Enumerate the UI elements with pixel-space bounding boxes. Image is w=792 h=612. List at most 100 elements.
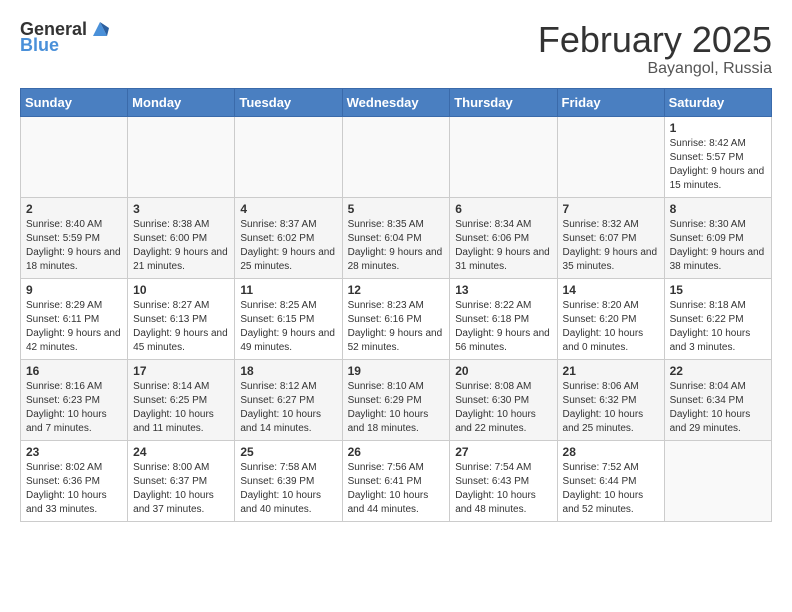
day-number: 7 xyxy=(563,202,659,216)
day-number: 9 xyxy=(26,283,122,297)
day-info: Sunrise: 8:14 AM Sunset: 6:25 PM Dayligh… xyxy=(133,380,229,436)
day-number: 6 xyxy=(455,202,551,216)
calendar-cell: 28 Sunrise: 7:52 AM Sunset: 6:44 PM Dayli… xyxy=(557,440,664,521)
day-header-wednesday: Wednesday xyxy=(342,88,450,116)
day-info: Sunrise: 8:35 AM Sunset: 6:04 PM Dayligh… xyxy=(348,218,445,274)
day-number: 13 xyxy=(455,283,551,297)
day-info: Sunrise: 8:00 AM Sunset: 6:37 PM Dayligh… xyxy=(133,461,229,517)
day-info: Sunrise: 8:10 AM Sunset: 6:29 PM Dayligh… xyxy=(348,380,445,436)
day-info: Sunrise: 8:08 AM Sunset: 6:30 PM Dayligh… xyxy=(455,380,551,436)
day-info: Sunrise: 8:18 AM Sunset: 6:22 PM Dayligh… xyxy=(670,299,766,355)
calendar-cell: 9 Sunrise: 8:29 AM Sunset: 6:11 PM Daylig… xyxy=(21,278,128,359)
calendar-cell: 2 Sunrise: 8:40 AM Sunset: 5:59 PM Daylig… xyxy=(21,197,128,278)
day-number: 18 xyxy=(240,364,336,378)
day-info: Sunrise: 8:32 AM Sunset: 6:07 PM Dayligh… xyxy=(563,218,659,274)
logo: General Blue xyxy=(20,20,111,56)
day-number: 16 xyxy=(26,364,122,378)
calendar-week-row: 1 Sunrise: 8:42 AM Sunset: 5:57 PM Daylig… xyxy=(21,116,772,197)
calendar-cell: 27 Sunrise: 7:54 AM Sunset: 6:43 PM Dayli… xyxy=(450,440,557,521)
day-number: 28 xyxy=(563,445,659,459)
calendar-cell: 15 Sunrise: 8:18 AM Sunset: 6:22 PM Dayli… xyxy=(664,278,771,359)
day-info: Sunrise: 8:16 AM Sunset: 6:23 PM Dayligh… xyxy=(26,380,122,436)
day-info: Sunrise: 8:06 AM Sunset: 6:32 PM Dayligh… xyxy=(563,380,659,436)
day-info: Sunrise: 8:34 AM Sunset: 6:06 PM Dayligh… xyxy=(455,218,551,274)
day-header-thursday: Thursday xyxy=(450,88,557,116)
day-number: 4 xyxy=(240,202,336,216)
day-info: Sunrise: 7:54 AM Sunset: 6:43 PM Dayligh… xyxy=(455,461,551,517)
day-number: 12 xyxy=(348,283,445,297)
calendar-week-row: 23 Sunrise: 8:02 AM Sunset: 6:36 PM Dayli… xyxy=(21,440,772,521)
calendar-cell: 24 Sunrise: 8:00 AM Sunset: 6:37 PM Dayli… xyxy=(128,440,235,521)
day-info: Sunrise: 7:56 AM Sunset: 6:41 PM Dayligh… xyxy=(348,461,445,517)
calendar-cell: 5 Sunrise: 8:35 AM Sunset: 6:04 PM Daylig… xyxy=(342,197,450,278)
day-info: Sunrise: 8:25 AM Sunset: 6:15 PM Dayligh… xyxy=(240,299,336,355)
calendar-cell xyxy=(557,116,664,197)
calendar-table: SundayMondayTuesdayWednesdayThursdayFrid… xyxy=(20,88,772,522)
calendar-cell: 16 Sunrise: 8:16 AM Sunset: 6:23 PM Dayli… xyxy=(21,359,128,440)
calendar-week-row: 16 Sunrise: 8:16 AM Sunset: 6:23 PM Dayli… xyxy=(21,359,772,440)
calendar-cell: 12 Sunrise: 8:23 AM Sunset: 6:16 PM Dayli… xyxy=(342,278,450,359)
day-number: 2 xyxy=(26,202,122,216)
day-info: Sunrise: 8:22 AM Sunset: 6:18 PM Dayligh… xyxy=(455,299,551,355)
day-header-sunday: Sunday xyxy=(21,88,128,116)
day-number: 19 xyxy=(348,364,445,378)
day-info: Sunrise: 8:12 AM Sunset: 6:27 PM Dayligh… xyxy=(240,380,336,436)
day-number: 14 xyxy=(563,283,659,297)
day-info: Sunrise: 8:20 AM Sunset: 6:20 PM Dayligh… xyxy=(563,299,659,355)
day-info: Sunrise: 8:04 AM Sunset: 6:34 PM Dayligh… xyxy=(670,380,766,436)
day-number: 25 xyxy=(240,445,336,459)
calendar-cell: 21 Sunrise: 8:06 AM Sunset: 6:32 PM Dayli… xyxy=(557,359,664,440)
day-number: 17 xyxy=(133,364,229,378)
logo-blue: Blue xyxy=(20,36,111,56)
day-number: 24 xyxy=(133,445,229,459)
calendar-cell xyxy=(128,116,235,197)
month-year-title: February 2025 xyxy=(538,20,772,60)
day-info: Sunrise: 8:42 AM Sunset: 5:57 PM Dayligh… xyxy=(670,137,766,193)
calendar-cell xyxy=(664,440,771,521)
calendar-cell: 18 Sunrise: 8:12 AM Sunset: 6:27 PM Dayli… xyxy=(235,359,342,440)
calendar-cell: 11 Sunrise: 8:25 AM Sunset: 6:15 PM Dayli… xyxy=(235,278,342,359)
day-header-tuesday: Tuesday xyxy=(235,88,342,116)
day-number: 5 xyxy=(348,202,445,216)
calendar-cell: 10Sunrise: 8:27 AM Sunset: 6:13 PM Dayli… xyxy=(128,278,235,359)
calendar-cell: 8Sunrise: 8:30 AM Sunset: 6:09 PM Daylig… xyxy=(664,197,771,278)
calendar-cell: 4 Sunrise: 8:37 AM Sunset: 6:02 PM Daylig… xyxy=(235,197,342,278)
calendar-week-row: 2 Sunrise: 8:40 AM Sunset: 5:59 PM Daylig… xyxy=(21,197,772,278)
calendar-cell: 14 Sunrise: 8:20 AM Sunset: 6:20 PM Dayli… xyxy=(557,278,664,359)
calendar-cell: 25 Sunrise: 7:58 AM Sunset: 6:39 PM Dayli… xyxy=(235,440,342,521)
day-info: Sunrise: 7:58 AM Sunset: 6:39 PM Dayligh… xyxy=(240,461,336,517)
day-number: 11 xyxy=(240,283,336,297)
day-number: 27 xyxy=(455,445,551,459)
day-number: 23 xyxy=(26,445,122,459)
day-info: Sunrise: 8:02 AM Sunset: 6:36 PM Dayligh… xyxy=(26,461,122,517)
day-header-monday: Monday xyxy=(128,88,235,116)
day-number: 26 xyxy=(348,445,445,459)
day-info: Sunrise: 8:23 AM Sunset: 6:16 PM Dayligh… xyxy=(348,299,445,355)
calendar-cell: 3Sunrise: 8:38 AM Sunset: 6:00 PM Daylig… xyxy=(128,197,235,278)
day-number: 15 xyxy=(670,283,766,297)
day-number: 1 xyxy=(670,121,766,135)
day-number: 21 xyxy=(563,364,659,378)
day-info: Sunrise: 8:37 AM Sunset: 6:02 PM Dayligh… xyxy=(240,218,336,274)
day-header-saturday: Saturday xyxy=(664,88,771,116)
calendar-cell: 6 Sunrise: 8:34 AM Sunset: 6:06 PM Daylig… xyxy=(450,197,557,278)
calendar-cell: 13 Sunrise: 8:22 AM Sunset: 6:18 PM Dayli… xyxy=(450,278,557,359)
calendar-cell: 19 Sunrise: 8:10 AM Sunset: 6:29 PM Dayli… xyxy=(342,359,450,440)
calendar-header-row: SundayMondayTuesdayWednesdayThursdayFrid… xyxy=(21,88,772,116)
calendar-cell: 17 Sunrise: 8:14 AM Sunset: 6:25 PM Dayli… xyxy=(128,359,235,440)
calendar-cell: 7 Sunrise: 8:32 AM Sunset: 6:07 PM Daylig… xyxy=(557,197,664,278)
day-number: 22 xyxy=(670,364,766,378)
day-info: Sunrise: 8:38 AM Sunset: 6:00 PM Dayligh… xyxy=(133,218,229,274)
day-info: Sunrise: 8:29 AM Sunset: 6:11 PM Dayligh… xyxy=(26,299,122,355)
day-info: Sunrise: 8:40 AM Sunset: 5:59 PM Dayligh… xyxy=(26,218,122,274)
day-number: 20 xyxy=(455,364,551,378)
calendar-cell xyxy=(21,116,128,197)
day-info: Sunrise: 7:52 AM Sunset: 6:44 PM Dayligh… xyxy=(563,461,659,517)
title-block: February 2025 Bayangol, Russia xyxy=(538,20,772,78)
calendar-cell: 23 Sunrise: 8:02 AM Sunset: 6:36 PM Dayli… xyxy=(21,440,128,521)
calendar-cell: 1 Sunrise: 8:42 AM Sunset: 5:57 PM Daylig… xyxy=(664,116,771,197)
calendar-cell: 20 Sunrise: 8:08 AM Sunset: 6:30 PM Dayli… xyxy=(450,359,557,440)
day-header-friday: Friday xyxy=(557,88,664,116)
page-header: General Blue February 2025 Bayangol, Rus… xyxy=(20,20,772,78)
calendar-cell xyxy=(235,116,342,197)
